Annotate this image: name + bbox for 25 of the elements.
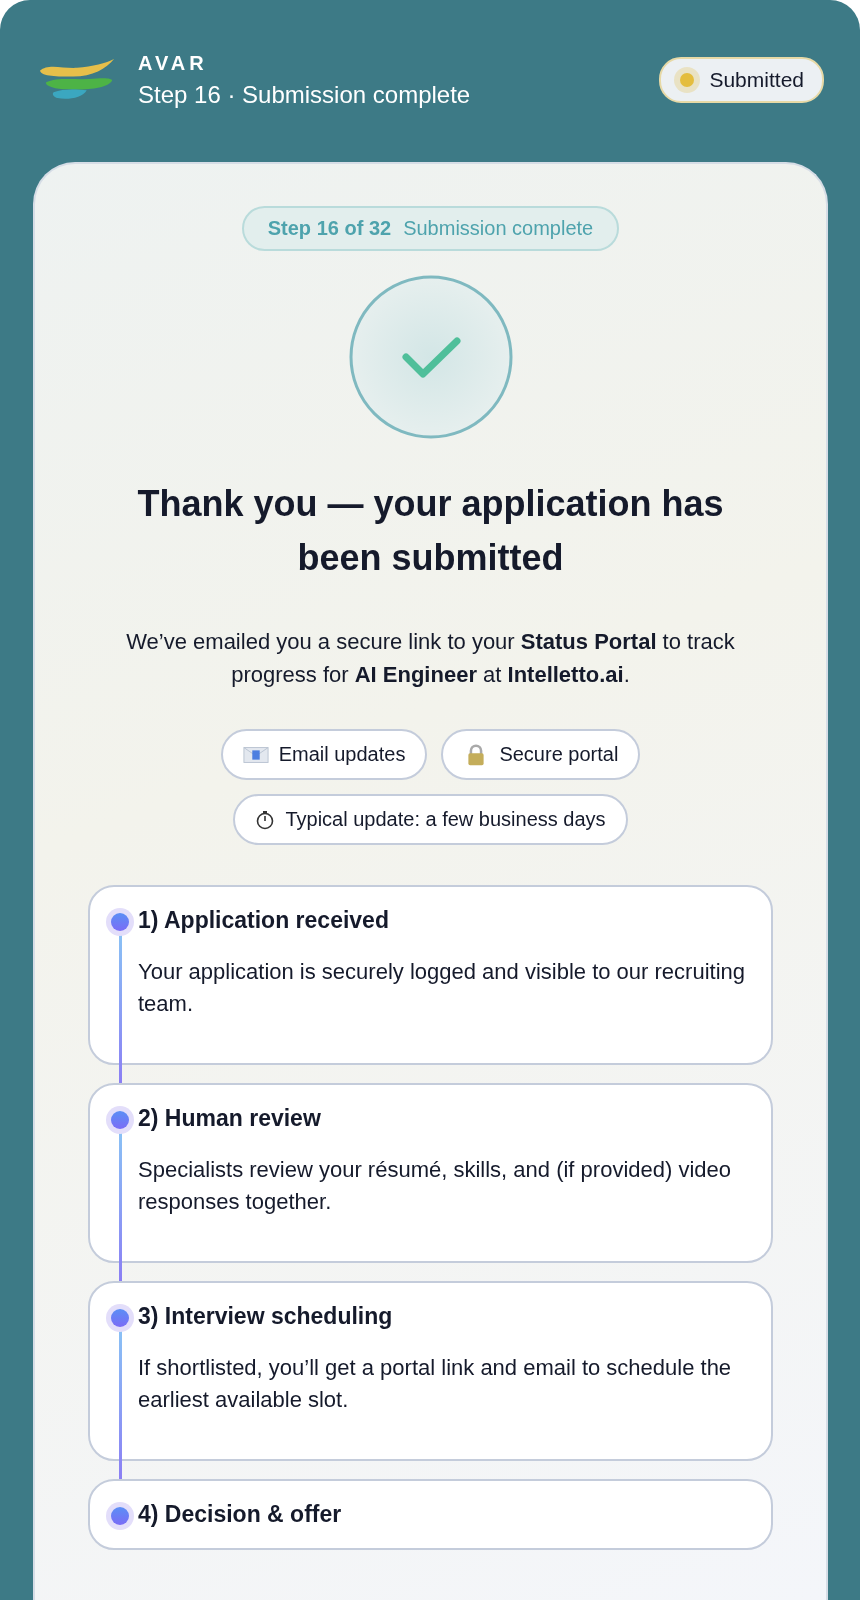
step-description: Specialists review your résumé, skills, and (if provided) video responses together. [138,1156,732,1216]
logo-icon [38,58,116,102]
step-title: 4) Decision & offer [138,1501,343,1528]
chip-label: Typical update: a few business days [285,808,606,831]
timeline-dot-icon [105,1501,135,1531]
brand-name: AVAR [138,51,209,75]
header-subtitle: Step 16 · Submission complete [138,80,472,109]
timeline-dot-icon [105,907,135,937]
confirmation-heading: Thank you — your application has been submitted [136,482,725,580]
status-dot-icon [673,66,702,94]
step-title: 2) Human review [138,1105,322,1132]
step-description: If shortlisted, you’ll get a portal link and email to schedule the earliest available slot. [138,1354,733,1414]
checkmark-circle-icon [348,275,513,439]
timeline-dot-icon [105,1105,135,1135]
step-title: 3) Interview scheduling [138,1303,394,1330]
step-label: Submission complete [403,217,594,240]
step-count: Step 16 of 32 [267,217,392,240]
status-label: Submitted [709,68,804,92]
timeline-dot-icon [105,1303,135,1333]
step-description: Your application is securely logged and visible to our recruiting team. [138,958,746,1018]
stopwatch-icon [255,809,276,830]
chip-label: Email updates [278,743,406,766]
chip-label: Secure portal [499,743,619,766]
step-title: 1) Application received [138,907,390,934]
confirmation-message: We’ve emailed you a secure link to your Status Portal to track progress for AI Engineer at Intelletto.ai. [125,628,736,689]
